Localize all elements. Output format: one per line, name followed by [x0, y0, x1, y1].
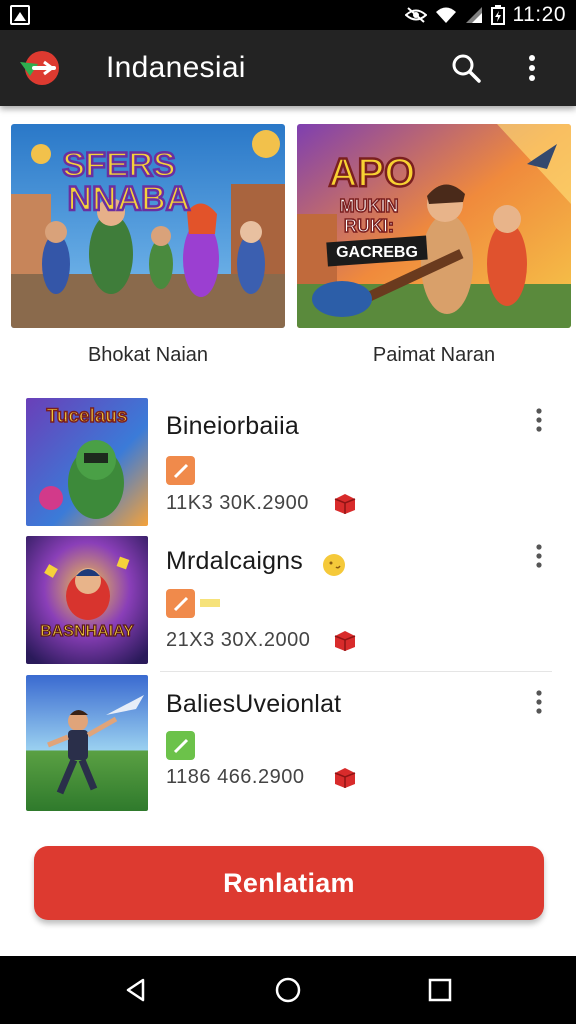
- badge-highlight: [200, 599, 220, 607]
- status-bar: 11:20: [0, 0, 576, 30]
- featured-game-art[interactable]: SFERS NNABA: [11, 124, 285, 328]
- featured-art-title-line2: NNABA: [68, 180, 191, 218]
- featured-art-title-line3: RUKI:: [344, 216, 394, 236]
- featured-art-title-line4: GACREBG: [336, 244, 418, 261]
- app-title: Indanesiai: [106, 51, 246, 84]
- thumbnail-title: BASNHAIAY: [40, 623, 134, 640]
- recents-icon[interactable]: [427, 977, 453, 1003]
- featured-game-art[interactable]: APO MUKIN RUKI: GACREBG: [297, 124, 571, 328]
- home-icon[interactable]: [274, 976, 302, 1004]
- featured-art-title-line1: APO: [329, 151, 416, 195]
- content-area: SFERS NNABA Bhokat Naian APO MUKIN RUKI:…: [0, 106, 576, 956]
- list-divider: [160, 671, 552, 672]
- app-logo-icon[interactable]: [18, 46, 62, 90]
- more-vert-icon[interactable]: [514, 50, 550, 86]
- game-title[interactable]: Bineiorbaiia: [166, 412, 299, 441]
- more-vert-icon[interactable]: [532, 407, 546, 433]
- gift-icon: [332, 763, 358, 794]
- signal-icon: [465, 7, 482, 23]
- game-meta: 1186 466.2900: [166, 766, 305, 788]
- wifi-icon: [435, 7, 456, 23]
- game-thumbnail[interactable]: [26, 675, 148, 811]
- more-vert-icon[interactable]: [532, 543, 546, 569]
- emoji-icon: [323, 554, 345, 576]
- battery-icon: [490, 5, 505, 25]
- game-meta: 21X3 30X.2000: [166, 629, 311, 651]
- featured-card[interactable]: SFERS NNABA Bhokat Naian: [11, 124, 285, 367]
- search-icon[interactable]: [448, 50, 484, 86]
- back-icon[interactable]: [123, 977, 149, 1003]
- eye-off-icon: [404, 7, 427, 23]
- featured-label[interactable]: Bhokat Naian: [11, 344, 285, 367]
- featured-card[interactable]: APO MUKIN RUKI: GACREBG Paimat Naran: [297, 124, 571, 367]
- featured-art-title-line1: SFERS: [62, 146, 175, 184]
- featured-section: SFERS NNABA Bhokat Naian APO MUKIN RUKI:…: [0, 124, 576, 384]
- thumbnail-title: Tucelaus: [47, 406, 128, 427]
- notification-image-icon: [10, 5, 30, 25]
- app-bar: Indanesiai: [0, 30, 576, 106]
- more-vert-icon[interactable]: [532, 689, 546, 715]
- game-meta: 11K3 30K.2900: [166, 492, 309, 514]
- system-nav-bar: [0, 956, 576, 1024]
- list-item[interactable]: Tucelaus Bineiorbaiia 11K3 30K.2900: [0, 398, 576, 534]
- category-badge-icon: [166, 456, 195, 485]
- featured-art-title-line2: MUKIN: [340, 196, 399, 216]
- list-item[interactable]: BASNHAIAY Mrdalcaigns 21X3 30X.2000: [0, 535, 576, 671]
- category-badge-icon: [166, 731, 195, 760]
- game-thumbnail[interactable]: Tucelaus: [26, 398, 148, 526]
- primary-action-button[interactable]: Renlatiam: [34, 846, 544, 920]
- list-item[interactable]: BaliesUveionlat 1186 466.2900: [0, 675, 576, 811]
- gift-icon: [332, 489, 358, 520]
- game-title[interactable]: BaliesUveionlat: [166, 690, 341, 719]
- game-thumbnail[interactable]: BASNHAIAY: [26, 536, 148, 664]
- game-title[interactable]: Mrdalcaigns: [166, 547, 303, 576]
- category-badge-icon: [166, 589, 195, 618]
- gift-icon: [332, 626, 358, 657]
- status-time: 11:20: [512, 3, 566, 26]
- featured-label[interactable]: Paimat Naran: [297, 344, 571, 367]
